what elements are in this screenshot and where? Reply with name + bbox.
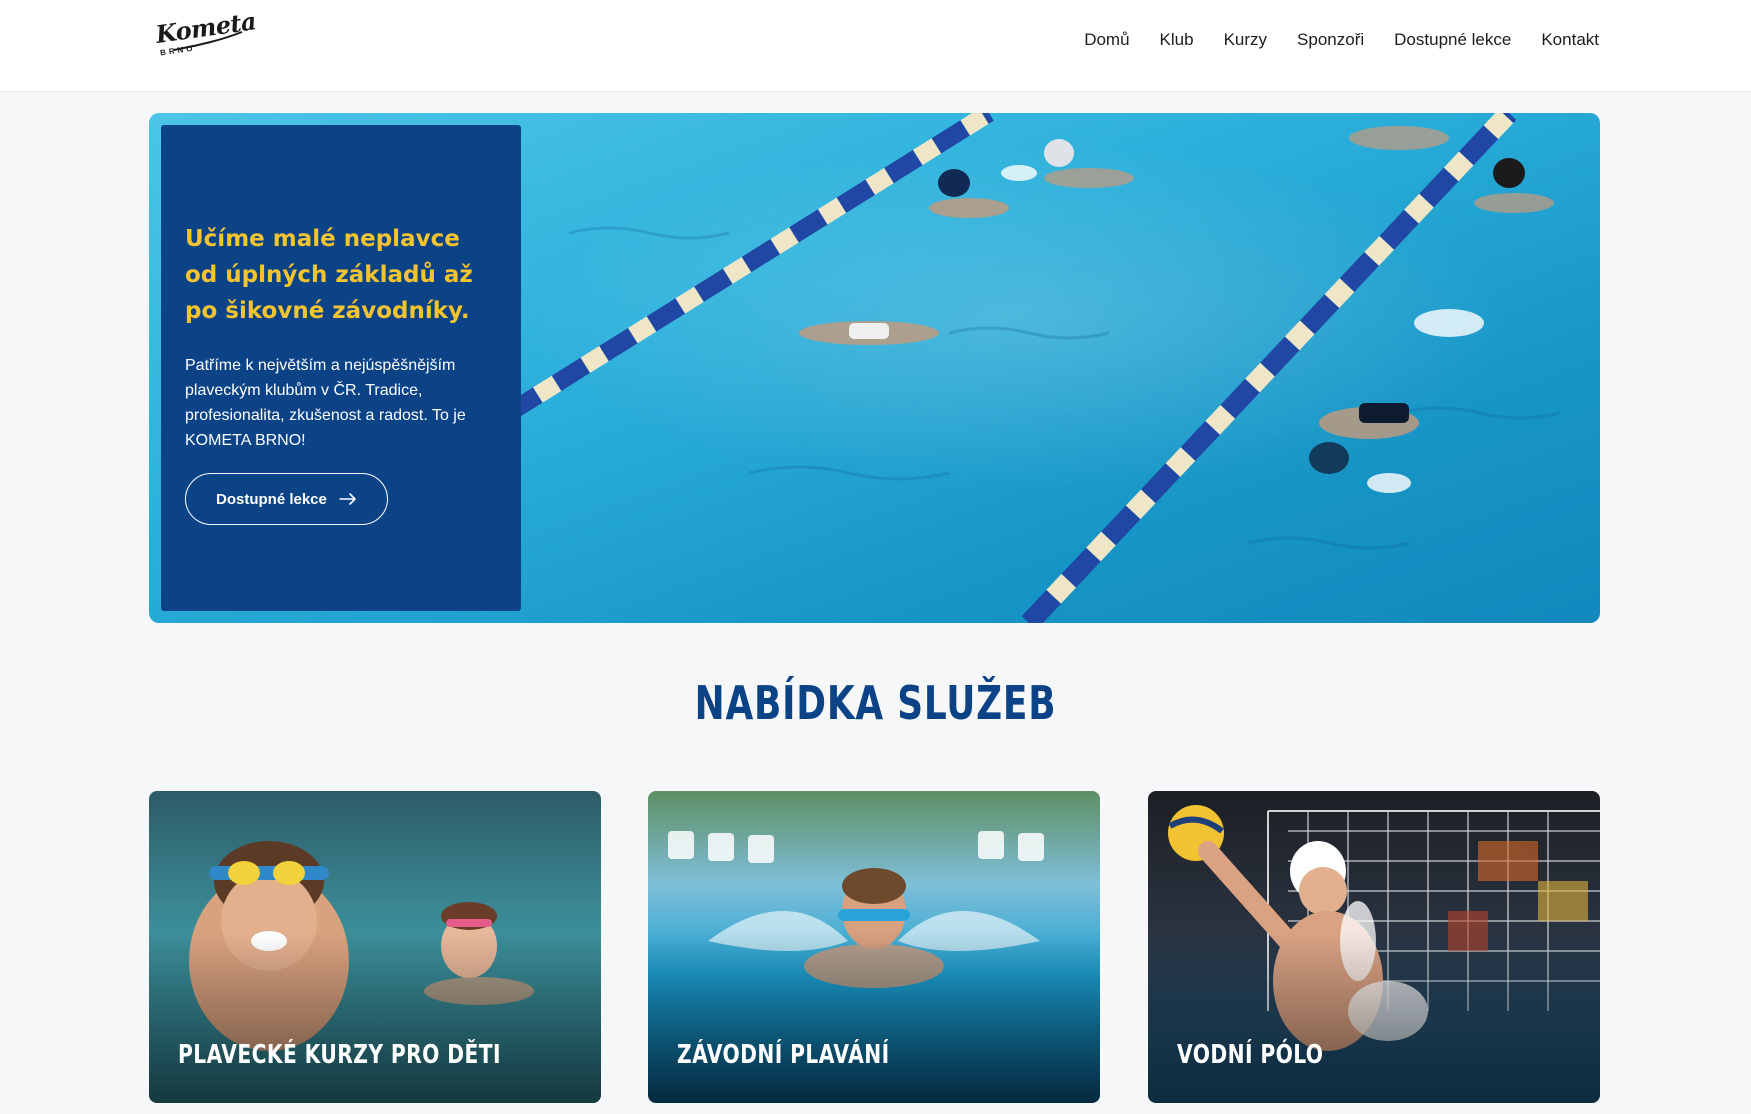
service-card-kids-courses[interactable]: PLAVECKÉ KURZY PRO DĚTI	[149, 791, 601, 1103]
nav-item-domu[interactable]: Domů	[1084, 30, 1129, 50]
site-header: Kometa BRNO Domů Klub Kurzy Sponzoři Dos…	[0, 0, 1751, 92]
arrow-right-icon	[339, 493, 356, 505]
nav-item-dostupne-lekce[interactable]: Dostupné lekce	[1394, 30, 1511, 50]
main-nav: Domů Klub Kurzy Sponzoři Dostupné lekce …	[1084, 30, 1599, 50]
hero-title: Učíme malé neplavce od úplných základů a…	[185, 226, 473, 324]
nav-item-kontakt[interactable]: Kontakt	[1541, 30, 1599, 50]
card-label: PLAVECKÉ KURZY PRO DĚTI	[178, 1040, 501, 1070]
button-label: Dostupné lekce	[216, 490, 327, 508]
card-label: ZÁVODNÍ PLAVÁNÍ	[677, 1040, 890, 1070]
nav-item-klub[interactable]: Klub	[1160, 30, 1194, 50]
nav-item-kurzy[interactable]: Kurzy	[1224, 30, 1267, 50]
hero-description: Patříme k největším a nejúspěšnějším pla…	[185, 357, 466, 449]
kometa-logo[interactable]: Kometa BRNO	[154, 6, 258, 64]
services-title: NABÍDKA SLUŽEB	[694, 676, 1057, 730]
hero-card: Učíme malé neplavce od úplných základů a…	[161, 125, 521, 611]
available-lessons-button[interactable]: Dostupné lekce	[185, 473, 388, 525]
service-card-competitive-swimming[interactable]: ZÁVODNÍ PLAVÁNÍ	[648, 791, 1100, 1103]
card-label: VODNÍ PÓLO	[1177, 1040, 1324, 1070]
hero-banner: Učíme malé neplavce od úplných základů a…	[149, 113, 1600, 623]
nav-item-sponzori[interactable]: Sponzoři	[1297, 30, 1364, 50]
service-card-water-polo[interactable]: VODNÍ PÓLO	[1148, 791, 1600, 1103]
